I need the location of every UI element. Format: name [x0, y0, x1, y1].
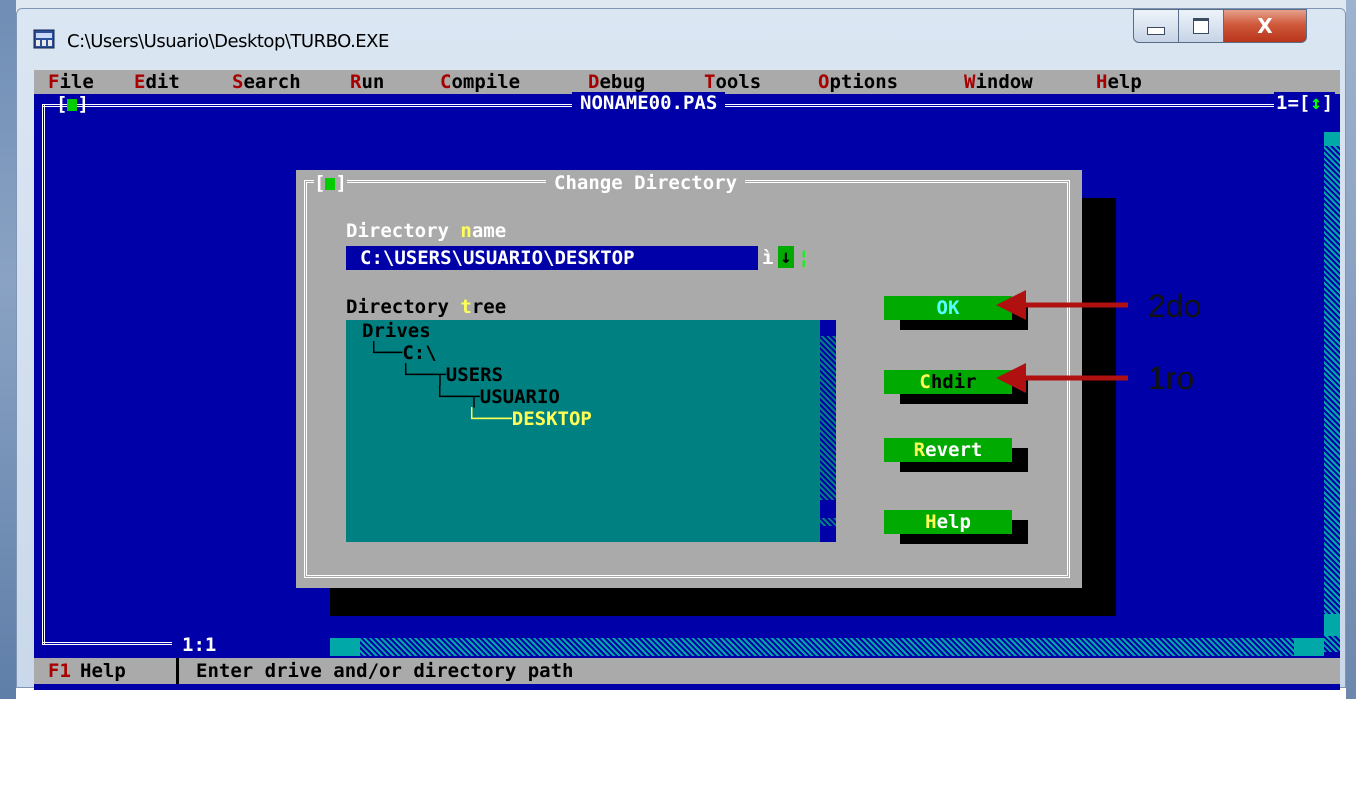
ok-button[interactable]: OK [884, 296, 1012, 320]
menu-window[interactable]: Window [964, 71, 1033, 93]
help-button[interactable]: Help [884, 510, 1012, 534]
editor-file-name: NONAME00.PAS [572, 92, 726, 114]
title-bar[interactable]: C:\Users\Usuario\Desktop\TURBO.EXE X [17, 9, 1345, 69]
status-bar: F1 Help Enter drive and/or directory pat… [34, 658, 1340, 684]
maximize-icon [1193, 18, 1209, 34]
revert-button[interactable]: Revert [884, 438, 1012, 462]
tree-scroll-up-icon[interactable] [820, 320, 836, 336]
directory-name-label: Directory name [346, 220, 507, 242]
menu-file[interactable]: File [48, 71, 94, 93]
window-title: C:\Users\Usuario\Desktop\TURBO.EXE [67, 31, 389, 52]
dialog-close-icon [325, 177, 336, 190]
chdir-button[interactable]: Chdir [884, 370, 1012, 394]
maximize-button[interactable] [1178, 9, 1224, 43]
tree-item-users[interactable]: └──┬USERS [400, 364, 503, 386]
tree-scroll-down-icon[interactable] [820, 526, 836, 542]
desktop-background-right [1346, 0, 1356, 699]
history-bar: ¦ [798, 247, 810, 269]
change-directory-dialog: [] Change Directory Directory name C:\US… [296, 170, 1082, 588]
tree-item-c[interactable]: └──C:\ [368, 342, 437, 364]
tree-item-desktop[interactable]: └───DESKTOP [466, 408, 592, 430]
directory-tree-label: Directory tree [346, 296, 507, 318]
scroll-up-arrow-icon[interactable] [1324, 132, 1340, 146]
cursor-position: 1:1 [174, 634, 225, 656]
status-separator [176, 658, 179, 684]
menu-run[interactable]: Run [350, 71, 384, 93]
dos-app-icon[interactable] [33, 29, 55, 49]
help-button-shadow-bottom [900, 534, 1028, 544]
minimize-icon [1147, 27, 1165, 35]
vertical-scrollbar[interactable] [1324, 132, 1340, 652]
dialog-title: Change Directory [546, 172, 746, 194]
editor-close-box[interactable]: [] [56, 93, 89, 115]
close-square-icon [67, 98, 78, 111]
menu-options[interactable]: Options [818, 71, 898, 93]
annotation-second-step: 2do [1148, 288, 1202, 324]
editor-frame-bottom [42, 642, 172, 649]
window-number[interactable]: 1=[↕] [1274, 92, 1336, 114]
close-icon: X [1257, 14, 1273, 38]
menu-bar: File Edit Search Run Compile Debug Tools… [34, 70, 1340, 94]
editor-frame-left [42, 104, 49, 644]
tree-item-usuario[interactable]: └──┬USUARIO [434, 386, 560, 408]
menu-debug[interactable]: Debug [588, 71, 645, 93]
close-button[interactable]: X [1223, 9, 1307, 43]
history-dropdown-icon[interactable]: ↓ [778, 246, 794, 268]
menu-compile[interactable]: Compile [440, 71, 520, 93]
status-message: Enter drive and/or directory path [196, 660, 574, 682]
directory-tree[interactable]: Drives └──C:\ └──┬USERS └──┬USUARIO └───… [346, 320, 836, 542]
scroll-down-arrow-icon[interactable] [1324, 614, 1340, 636]
directory-name-value: C:\USERS\USUARIO\DESKTOP [360, 247, 635, 269]
tree-item-drives[interactable]: Drives [362, 320, 431, 342]
ok-button-shadow-bottom [900, 320, 1028, 330]
desktop-background-left [0, 0, 16, 699]
menu-tools[interactable]: Tools [704, 71, 761, 93]
chdir-button-shadow-bottom [900, 394, 1028, 404]
menu-help[interactable]: Help [1096, 71, 1142, 93]
history-marker: ì [762, 247, 774, 269]
scroll-right-arrow-icon[interactable] [1294, 638, 1324, 656]
menu-edit[interactable]: Edit [134, 71, 180, 93]
menu-search[interactable]: Search [232, 71, 301, 93]
horizontal-scrollbar[interactable] [330, 638, 1310, 656]
turbo-pascal-ide: File Edit Search Run Compile Debug Tools… [34, 70, 1340, 690]
tree-scroll-thumb[interactable] [820, 500, 836, 518]
status-f1-key[interactable]: F1 [48, 660, 71, 682]
zoom-arrow-icon: ↕ [1310, 92, 1322, 114]
scroll-left-arrow-icon[interactable] [330, 638, 360, 656]
minimize-button[interactable] [1133, 9, 1179, 43]
revert-button-shadow-bottom [900, 462, 1028, 472]
dialog-close-box[interactable]: [] [314, 172, 347, 194]
annotation-first-step: 1ro [1148, 360, 1195, 396]
status-help-label[interactable]: Help [80, 660, 126, 682]
